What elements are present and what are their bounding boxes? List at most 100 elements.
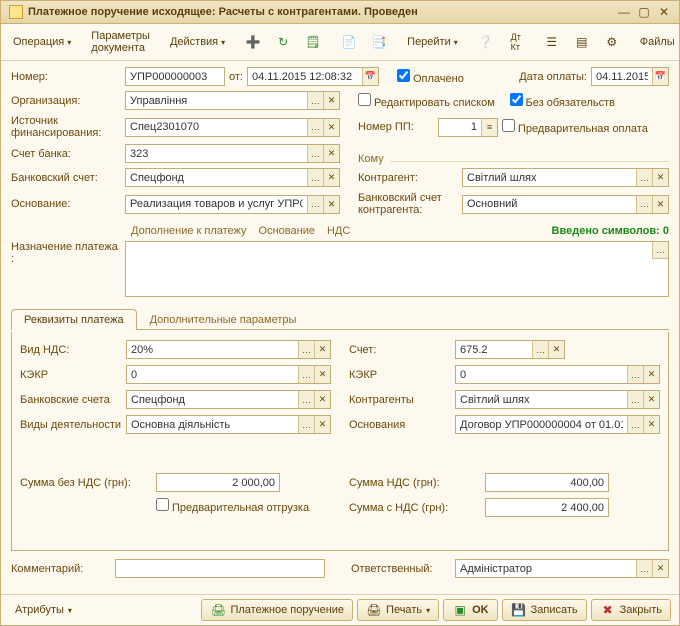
counterparty-combo[interactable]: … ✕ [462,168,669,187]
clear-button[interactable]: ✕ [643,366,659,383]
cpbankacc-input[interactable] [463,196,636,213]
select-button[interactable]: … [636,169,652,186]
activities-input[interactable] [127,416,298,433]
bankaccts-combo[interactable]: … ✕ [126,390,331,409]
save-button[interactable]: 💾Записать [502,599,587,621]
bases-input[interactable] [456,416,627,433]
paid-checkbox-wrap[interactable]: Оплачено [397,69,464,85]
toolbar-icon-10[interactable]: ⚙ [598,31,626,53]
bankaccount-combo[interactable]: … ✕ [125,144,340,163]
attributes-menu[interactable]: Атрибуты▾ [9,602,78,618]
select-button[interactable]: … [298,391,314,408]
bankaccount-input[interactable] [126,145,307,162]
paydate-field[interactable]: 📅 [591,67,669,86]
toolbar-icon-3[interactable]: 🗒 [299,31,327,53]
date-input[interactable] [248,68,362,85]
preship-wrap[interactable]: Предварительная отгрузка [156,498,309,514]
ppnumber-input[interactable] [439,119,481,136]
kekr-combo[interactable]: … ✕ [126,365,331,384]
clear-button[interactable]: ✕ [314,366,330,383]
select-button[interactable]: … [532,341,548,358]
clear-button[interactable]: ✕ [643,416,659,433]
select-button[interactable]: … [298,416,314,433]
tab-vat[interactable]: НДС [327,225,350,237]
doc-params-button[interactable]: Параметры документа [85,27,156,57]
select-button[interactable]: … [627,391,643,408]
clear-button[interactable]: ✕ [643,391,659,408]
purpose-textarea[interactable]: … [125,241,669,297]
toolbar-icon-1[interactable]: ➕ [239,31,267,53]
select-button[interactable]: … [298,366,314,383]
close-button[interactable]: ✕ [657,5,671,19]
toolbar-icon-5[interactable]: 📑 [365,31,393,53]
print-button[interactable]: 🖨Печать▾ [357,599,439,621]
account-input[interactable] [456,341,532,358]
prepayment-wrap[interactable]: Предварительная оплата [502,119,648,135]
clear-button[interactable]: ✕ [652,196,668,213]
responsible-input[interactable] [456,560,636,577]
bankacc2-input[interactable] [126,169,307,186]
activities-combo[interactable]: … ✕ [126,415,331,434]
minimize-button[interactable]: — [617,5,631,19]
basis-combo[interactable]: … ✕ [125,195,340,214]
clear-button[interactable]: ✕ [323,169,339,186]
clear-button[interactable]: ✕ [323,119,339,136]
kekr2-combo[interactable]: … ✕ [455,365,660,384]
toolbar-icon-4[interactable]: 📄 [335,31,363,53]
bases-combo[interactable]: … ✕ [455,415,660,434]
clear-button[interactable]: ✕ [548,341,564,358]
paid-checkbox[interactable] [397,69,410,82]
select-button[interactable]: … [627,366,643,383]
clear-button[interactable]: ✕ [314,416,330,433]
ok-button[interactable]: ▣OK [443,599,498,621]
kekr-input[interactable] [127,366,298,383]
number-input[interactable] [126,68,224,85]
clear-button[interactable]: ✕ [314,391,330,408]
tab-payment-details[interactable]: Реквизиты платежа [11,309,137,330]
editlist-checkbox[interactable] [358,93,371,106]
paydate-input[interactable] [592,68,652,85]
basis-input[interactable] [126,196,307,213]
number-field[interactable] [125,67,225,86]
select-button[interactable]: … [307,92,323,109]
tab-extra-params[interactable]: Дополнительные параметры [137,309,310,330]
select-button[interactable]: … [636,196,652,213]
toolbar-icon-7[interactable]: ДтКт [502,31,530,53]
noobligations-wrap[interactable]: Без обязательств [510,93,615,109]
sumvat-input[interactable] [485,473,609,492]
clear-button[interactable]: ✕ [314,341,330,358]
calendar-icon[interactable]: 📅 [362,68,378,85]
account-combo[interactable]: … ✕ [455,340,565,359]
clear-button[interactable]: ✕ [323,145,339,162]
responsible-combo[interactable]: … ✕ [455,559,669,578]
select-button[interactable]: … [627,416,643,433]
calendar-icon[interactable]: 📅 [652,68,668,85]
close-button[interactable]: ✖Закрыть [591,599,671,621]
actions-menu[interactable]: Действия▾ [164,33,231,51]
cpbankacc-combo[interactable]: … ✕ [462,195,669,214]
clear-button[interactable]: ✕ [323,92,339,109]
operation-menu[interactable]: Операция▾ [7,33,77,51]
files-button[interactable]: Файлы [634,33,680,51]
select-button[interactable]: … [298,341,314,358]
vattype-input[interactable] [127,341,298,358]
tab-addition[interactable]: Дополнение к платежу [131,225,247,237]
bankacc2-combo[interactable]: … ✕ [125,168,340,187]
maximize-button[interactable]: ▢ [637,5,651,19]
preship-checkbox[interactable] [156,498,169,511]
sumnovat-input[interactable] [156,473,280,492]
select-button[interactable]: … [307,145,323,162]
org-combo[interactable]: … ✕ [125,91,340,110]
finsource-combo[interactable]: … ✕ [125,118,340,137]
select-button[interactable]: … [307,119,323,136]
bankaccts-input[interactable] [127,391,298,408]
prepayment-checkbox[interactable] [502,119,515,132]
spinner-icon[interactable]: ≡ [481,119,497,136]
kekr2-input[interactable] [456,366,627,383]
clear-button[interactable]: ✕ [652,560,668,577]
counterparties-combo[interactable]: … ✕ [455,390,660,409]
vattype-combo[interactable]: … ✕ [126,340,331,359]
expand-button[interactable]: … [652,242,668,259]
editlist-wrap[interactable]: Редактировать списком [358,93,495,109]
tab-basis[interactable]: Основание [259,225,315,237]
